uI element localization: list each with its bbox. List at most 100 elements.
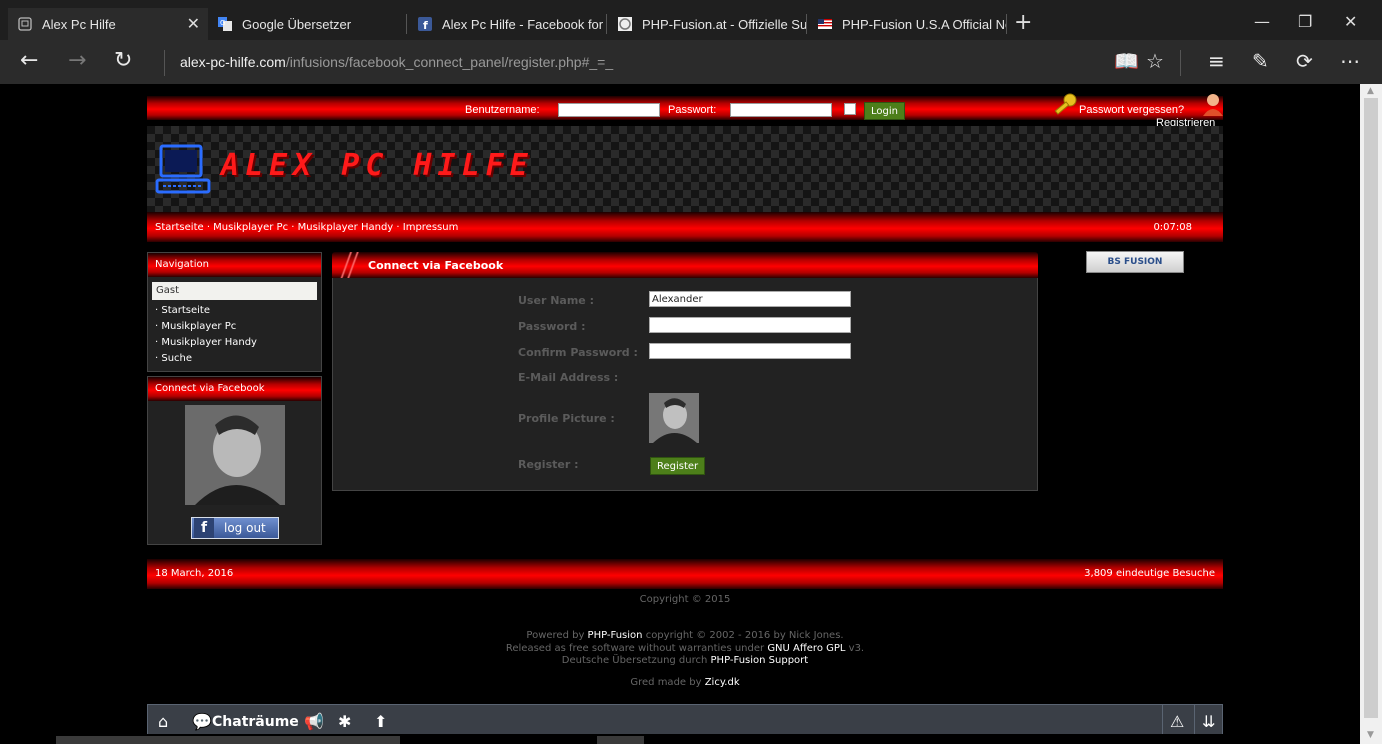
site-logo-text[interactable]: ALEX PC HILFE (221, 148, 534, 183)
guest-label: Gast (152, 282, 317, 300)
register-label: Register : (518, 458, 579, 471)
user-name-label: User Name : (518, 294, 594, 307)
home-icon[interactable]: ⌂ (158, 712, 168, 731)
tab-php-fusion-usa[interactable]: PHP-Fusion U.S.A Official Ne (808, 8, 1006, 40)
lost-password-link[interactable]: Passwort vergessen? (1079, 104, 1184, 116)
puzzle-icon[interactable]: ✱ (338, 712, 351, 731)
share-icon[interactable]: ⟳ (1296, 50, 1313, 72)
navigation-panel: Navigation Gast · Startseite · Musikplay… (147, 252, 322, 372)
main-panel-header: Connect via Facebook (332, 252, 1038, 278)
email-label: E-Mail Address : (518, 371, 619, 384)
google-translate-icon: G (218, 17, 232, 31)
collapse-icon[interactable]: ⇊ (1202, 712, 1215, 731)
zicy-link[interactable]: Zicy.dk (705, 677, 740, 688)
svg-text:f: f (423, 19, 428, 31)
sidebar-item-suche[interactable]: · Suche (148, 351, 321, 367)
close-tab-icon[interactable]: ✕ (187, 14, 200, 34)
facebook-avatar (185, 405, 285, 505)
svg-text:G: G (220, 19, 225, 27)
address-bar: ← → ↻ alex-pc-hilfe.com/infusions/facebo… (0, 40, 1382, 84)
facebook-logout-button[interactable]: f log out (191, 517, 279, 539)
close-window-icon[interactable]: ✕ (1344, 12, 1357, 31)
powered-prefix: Powered by (526, 630, 588, 641)
gpl-link[interactable]: GNU Affero GPL (767, 643, 845, 654)
main-menu-bar: Startseite · Musikplayer Pc · Musikplaye… (147, 212, 1223, 242)
copyright-text: Copyright © 2015 (639, 594, 731, 605)
facebook-panel: Connect via Facebook f log out (147, 376, 322, 545)
php-fusion-icon (618, 17, 632, 31)
favorite-star-icon[interactable]: ☆ (1146, 50, 1164, 72)
web-note-icon[interactable]: ✎ (1252, 50, 1269, 72)
username-input[interactable] (558, 103, 660, 117)
back-icon[interactable]: ← (20, 50, 38, 72)
register-user-icon (1201, 92, 1225, 118)
tab-php-fusion-at[interactable]: PHP-Fusion.at - Offizielle Su (608, 8, 806, 40)
main-panel-title: Connect via Facebook (368, 259, 504, 272)
register-button[interactable]: Register (650, 457, 706, 475)
login-button[interactable]: Login (864, 102, 905, 120)
php-fusion-support-link[interactable]: PHP-Fusion Support (711, 655, 809, 666)
released-suffix: v3. (845, 643, 865, 654)
tab-facebook[interactable]: f Alex Pc Hilfe - Facebook for (408, 8, 606, 40)
warning-icon[interactable]: ⚠ (1170, 712, 1184, 731)
gred-prefix: Gred made by (630, 677, 705, 688)
user-name-input[interactable] (649, 291, 851, 307)
sidebar-item-musikplayer-handy[interactable]: · Musikplayer Handy (148, 335, 321, 351)
tab-alex-pc-hilfe[interactable]: Alex Pc Hilfe ✕ (8, 8, 208, 40)
bs-fusion-banner[interactable]: BS FUSION (1086, 251, 1184, 273)
scroll-up-icon[interactable]: ▲ (1367, 86, 1374, 96)
register-form: User Name : Password : Confirm Password … (332, 278, 1038, 491)
scroll-thumb[interactable] (1364, 98, 1378, 718)
logout-label: log out (224, 521, 266, 535)
tab-title: PHP-Fusion U.S.A Official Ne (842, 16, 1006, 32)
sidebar-item-musikplayer-pc[interactable]: · Musikplayer Pc (148, 319, 321, 335)
confirm-password-input[interactable] (649, 343, 851, 359)
php-fusion-link[interactable]: PHP-Fusion (588, 630, 643, 641)
us-flag-icon (818, 17, 832, 31)
reading-view-icon[interactable]: 📖 (1114, 50, 1139, 72)
tab-google-translate[interactable]: G Google Übersetzer (208, 8, 408, 40)
vertical-scrollbar[interactable]: ▲ ▼ (1360, 84, 1382, 744)
navigation-panel-title: Navigation (148, 253, 321, 277)
chat-rooms-label[interactable]: Chaträume (212, 714, 299, 730)
arrow-up-icon[interactable]: ⬆ (374, 712, 387, 731)
facebook-panel-title: Connect via Facebook (148, 377, 321, 401)
url-host: alex-pc-hilfe.com (180, 54, 286, 70)
confirm-password-label: Confirm Password : (518, 346, 638, 359)
horizontal-scrollbar[interactable] (56, 734, 1356, 744)
password-input[interactable] (649, 317, 851, 333)
new-tab-icon[interactable]: + (1014, 10, 1032, 35)
visit-counter: 3,809 eindeutige Besuche (1084, 568, 1215, 579)
restore-icon[interactable]: ❐ (1298, 12, 1312, 31)
theme-credit-line: Gred made by Zicy.dk (147, 677, 1223, 688)
username-label: Benutzername: (465, 104, 540, 116)
forward-icon[interactable]: → (68, 50, 86, 72)
tab-title: PHP-Fusion.at - Offizielle Su (642, 16, 806, 32)
more-icon[interactable]: ⋯ (1340, 50, 1360, 72)
url-field[interactable]: alex-pc-hilfe.com/infusions/facebook_con… (180, 54, 613, 70)
tab-title: Alex Pc Hilfe (42, 16, 116, 32)
profile-picture (649, 393, 699, 443)
login-bar: Benutzername: Passwort: Login Passwort v… (147, 93, 1223, 129)
released-prefix: Released as free software without warran… (505, 643, 768, 654)
hub-icon[interactable]: ≡ (1208, 50, 1225, 72)
facebook-icon: f (194, 518, 214, 538)
megaphone-icon[interactable]: 📢 (304, 712, 324, 731)
main-menu-links[interactable]: Startseite · Musikplayer Pc · Musikplaye… (155, 222, 458, 233)
password-label: Password : (518, 320, 586, 333)
decorative-stripe (336, 252, 360, 278)
minimize-icon[interactable]: — (1254, 12, 1270, 31)
url-path: /infusions/facebook_connect_panel/regist… (285, 54, 614, 70)
translation-line: Deutsche Übersetzung durch PHP-Fusion Su… (147, 655, 1223, 666)
sidebar-item-startseite[interactable]: · Startseite (148, 303, 321, 319)
chat-bubble-icon[interactable]: 💬 (192, 712, 212, 731)
translation-prefix: Deutsche Übersetzung durch (561, 655, 711, 666)
remember-me-checkbox[interactable] (844, 103, 856, 115)
refresh-icon[interactable]: ↻ (114, 50, 132, 72)
site-banner: ALEX PC HILFE (147, 126, 1223, 212)
profile-picture-label: Profile Picture : (518, 412, 615, 425)
computer-icon (155, 144, 213, 196)
password-input[interactable] (730, 103, 832, 117)
scroll-down-icon[interactable]: ▼ (1367, 730, 1374, 740)
password-label: Passwort: (668, 104, 717, 116)
